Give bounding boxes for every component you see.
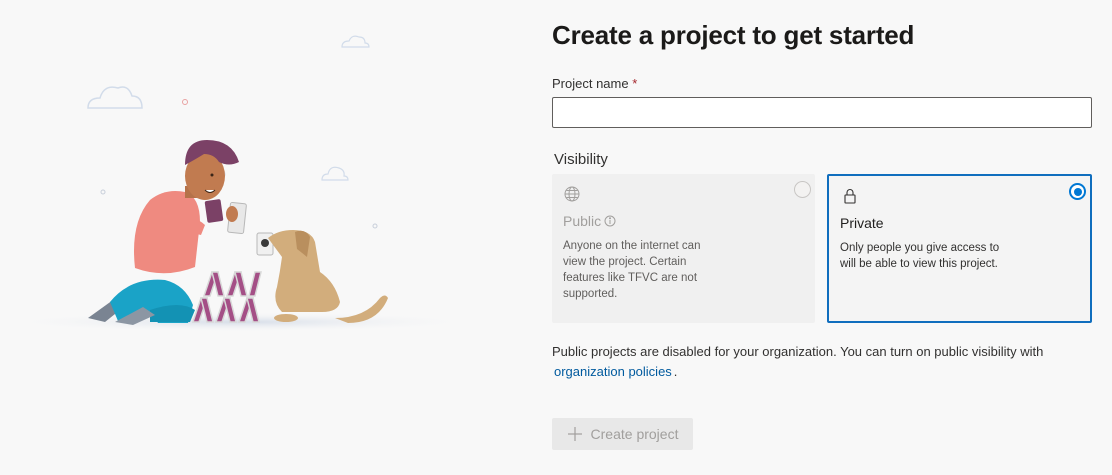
- notice-suffix: .: [673, 364, 678, 379]
- create-project-button[interactable]: Create project: [552, 418, 693, 450]
- private-radio[interactable]: [1069, 183, 1086, 200]
- public-radio: [794, 181, 811, 198]
- plus-icon: [567, 427, 582, 441]
- house-of-cards-illustration: [0, 35, 480, 332]
- dot: [100, 189, 106, 195]
- info-icon[interactable]: [604, 215, 616, 227]
- project-name-input[interactable]: [552, 97, 1092, 128]
- person-figure: [88, 140, 247, 325]
- public-disabled-notice: Public projects are disabled for your or…: [552, 342, 1097, 382]
- cloud-icon: [321, 166, 349, 181]
- globe-icon: [564, 186, 580, 202]
- organization-policies-link[interactable]: organization policies: [552, 364, 674, 379]
- create-project-label: Create project: [590, 426, 679, 442]
- dog-figure: [268, 230, 388, 323]
- visibility-option-public: Public Anyone on the internet can view t…: [552, 174, 815, 323]
- required-marker: *: [632, 76, 638, 91]
- visibility-option-private[interactable]: Private Only people you give access to w…: [827, 174, 1092, 323]
- page-title: Create a project to get started: [552, 20, 915, 50]
- notice-text: Public projects are disabled for your or…: [552, 344, 1044, 359]
- public-option-description: Anyone on the internet can view the proj…: [563, 240, 701, 300]
- lock-icon: [844, 189, 856, 204]
- dot: [372, 223, 378, 229]
- dog-nose: [261, 239, 269, 247]
- public-option-label: Public: [563, 213, 602, 229]
- dot: [182, 99, 188, 105]
- project-name-label: Project name *: [552, 76, 637, 91]
- private-option-description: Only people you give access to will be a…: [840, 242, 1000, 270]
- visibility-label: Visibility: [554, 151, 608, 168]
- public-option-title: Public: [563, 213, 616, 229]
- cloud-icon: [341, 35, 370, 48]
- cloud-icon: [87, 86, 143, 109]
- private-option-title: Private: [840, 215, 884, 231]
- project-name-label-text: Project name: [552, 76, 629, 91]
